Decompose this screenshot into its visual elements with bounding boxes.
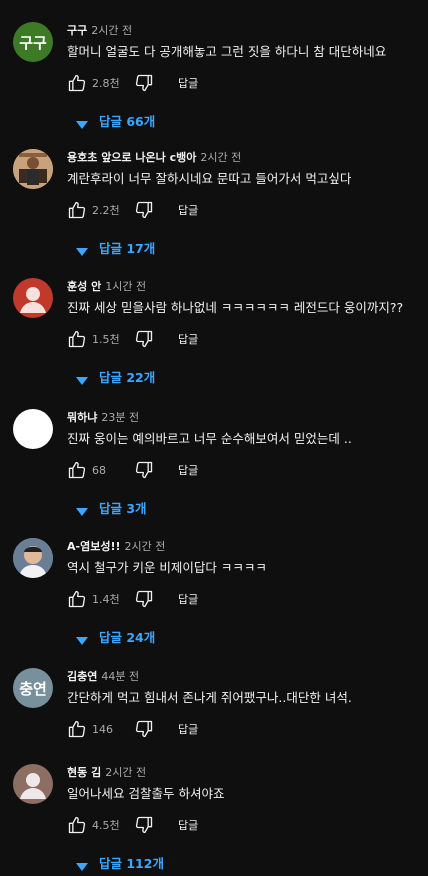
comment-time: 2시간 전 [200, 151, 242, 164]
comment-header: 뭐하냐 23분 전 [67, 409, 139, 425]
dislike-icon[interactable] [134, 73, 154, 93]
comment-actions: 4.5천 답글 [67, 814, 198, 836]
comment-header: 현동 김 2시간 전 [67, 764, 146, 780]
author-name[interactable]: 현동 김 [67, 766, 101, 779]
comment-header: 구구 2시간 전 [67, 22, 132, 38]
like-count: 146 [92, 722, 113, 736]
like-count: 1.4천 [92, 593, 120, 606]
replies-count: 답글 66개 [99, 114, 156, 129]
comment-text: 진짜 웅이는 예의바르고 너무 순수해보여서 믿었는데 .. [67, 431, 352, 446]
caret-down-icon [76, 633, 88, 645]
caret-down-icon [76, 244, 88, 256]
avatar[interactable]: 충연 [13, 668, 53, 708]
comment-header: 용호초 앞으로 나온나 c뱅아 2시간 전 [67, 149, 241, 165]
view-replies-button[interactable]: 답글 17개 [76, 238, 155, 257]
reply-button[interactable]: 답글 [178, 817, 198, 833]
comment-actions: 2.2천 답글 [67, 199, 198, 221]
comment-time: 2시간 전 [105, 766, 147, 779]
comment-actions: 1.4천 답글 [67, 588, 198, 610]
avatar-initials: 구구 [19, 33, 47, 52]
avatar[interactable] [13, 538, 53, 578]
reply-button[interactable]: 답글 [178, 721, 198, 737]
comment-text: 할머니 얼굴도 다 공개해놓고 그런 짓을 하다니 참 대단하네요 [67, 44, 387, 59]
reply-button[interactable]: 답글 [178, 75, 198, 91]
author-name[interactable]: 훈성 안 [67, 280, 101, 293]
replies-count: 답글 3개 [99, 501, 147, 516]
author-name[interactable]: 뭐하냐 [67, 411, 97, 424]
replies-count: 답글 17개 [99, 241, 156, 256]
like-count: 2.2천 [92, 204, 120, 217]
like-icon[interactable] [67, 329, 87, 349]
caret-down-icon [76, 859, 88, 871]
comment-time: 44분 전 [101, 670, 140, 683]
comment-actions: 1.5천 답글 [67, 328, 198, 350]
caret-down-icon [76, 373, 88, 385]
dislike-icon[interactable] [134, 719, 154, 739]
comment-text: 간단하게 먹고 힘내서 존나게 쥐어팼구나..대단한 녀석. [67, 690, 352, 705]
like-count: 1.5천 [92, 333, 120, 346]
like-icon[interactable] [67, 815, 87, 835]
comment-actions: 68 답글 [67, 459, 198, 481]
avatar[interactable] [13, 409, 53, 449]
avatar[interactable] [13, 278, 53, 318]
comment-actions: 146 답글 [67, 718, 198, 740]
comment-text: 일어나세요 검찰출두 하셔야죠 [67, 786, 225, 801]
comment-time: 2시간 전 [91, 24, 133, 37]
reply-button[interactable]: 답글 [178, 462, 198, 478]
like-count: 2.8천 [92, 77, 120, 90]
like-icon[interactable] [67, 589, 87, 609]
comment-time: 2시간 전 [124, 540, 166, 553]
reply-button[interactable]: 답글 [178, 202, 198, 218]
reply-button[interactable]: 답글 [178, 591, 198, 607]
avatar[interactable] [13, 764, 53, 804]
author-name[interactable]: 구구 [67, 24, 87, 37]
like-count: 4.5천 [92, 819, 120, 832]
comment-header: 김충연 44분 전 [67, 668, 139, 684]
dislike-icon[interactable] [134, 200, 154, 220]
replies-count: 답글 22개 [99, 370, 156, 385]
view-replies-button[interactable]: 답글 3개 [76, 498, 147, 517]
dislike-icon[interactable] [134, 329, 154, 349]
caret-down-icon [76, 117, 88, 129]
view-replies-button[interactable]: 답글 22개 [76, 367, 155, 386]
comment-text: 역시 철구가 키운 비제이답다 ㅋㅋㅋㅋ [67, 560, 267, 575]
avatar[interactable] [13, 149, 53, 189]
comment-actions: 2.8천 답글 [67, 72, 198, 94]
comment-header: A-염보성!! 2시간 전 [67, 538, 165, 554]
author-name[interactable]: 김충연 [67, 670, 97, 683]
reply-button[interactable]: 답글 [178, 331, 198, 347]
comment-time: 1시간 전 [105, 280, 147, 293]
avatar[interactable]: 구구 [13, 22, 53, 62]
like-count: 68 [92, 463, 106, 477]
comment-text: 진짜 세상 믿을사람 하나없네 ㅋㅋㅋㅋㅋㅋ 레전드다 웅이까지?? [67, 300, 404, 315]
author-name[interactable]: A-염보성!! [67, 540, 120, 553]
avatar-initials: 충연 [19, 679, 47, 698]
like-icon[interactable] [67, 73, 87, 93]
author-name[interactable]: 용호초 앞으로 나온나 c뱅아 [67, 151, 196, 164]
view-replies-button[interactable]: 답글 112개 [76, 853, 164, 872]
dislike-icon[interactable] [134, 460, 154, 480]
view-replies-button[interactable]: 답글 66개 [76, 111, 155, 130]
caret-down-icon [76, 504, 88, 516]
comment-text: 계란후라이 너무 잘하시네요 문따고 들어가서 먹고싶다 [67, 171, 352, 186]
dislike-icon[interactable] [134, 589, 154, 609]
dislike-icon[interactable] [134, 815, 154, 835]
replies-count: 답글 112개 [99, 856, 164, 871]
like-icon[interactable] [67, 460, 87, 480]
view-replies-button[interactable]: 답글 24개 [76, 627, 155, 646]
like-icon[interactable] [67, 200, 87, 220]
like-icon[interactable] [67, 719, 87, 739]
comment-time: 23분 전 [101, 411, 140, 424]
replies-count: 답글 24개 [99, 630, 156, 645]
comment-header: 훈성 안 1시간 전 [67, 278, 146, 294]
